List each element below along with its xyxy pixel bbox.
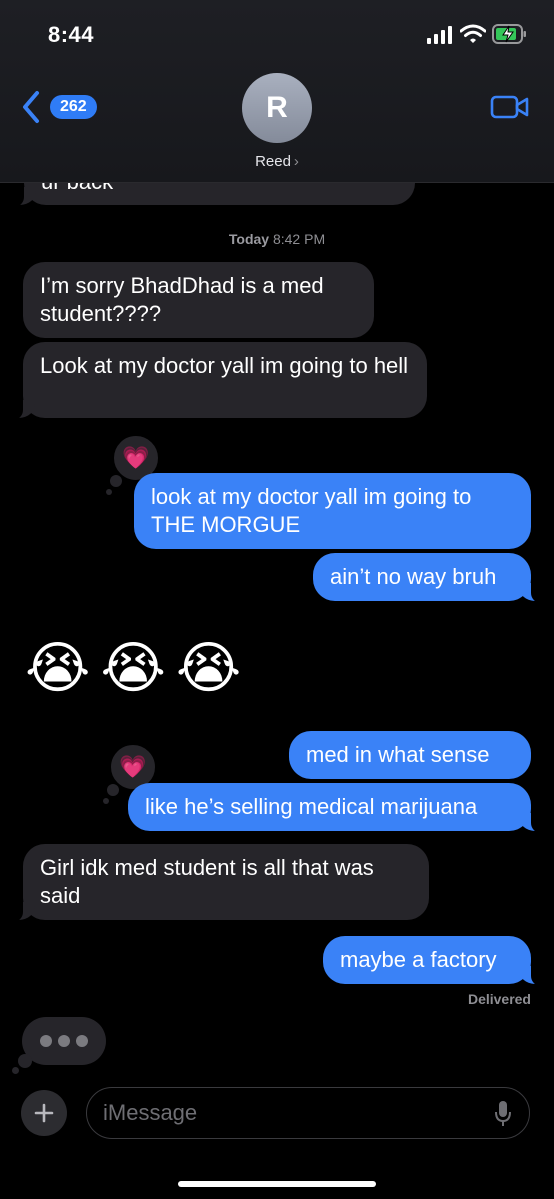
message-bubble-incoming[interactable]: Girl idk med student is all that was sai… — [9, 844, 429, 922]
chevron-right-icon: › — [293, 153, 299, 170]
loudly-crying-emoji: 😭 — [175, 636, 242, 699]
clock: 8:44 — [48, 22, 95, 47]
tapback-tail-dot — [110, 475, 122, 487]
message-bubble-outgoing[interactable]: maybe a factory — [323, 936, 545, 986]
message-text: ain’t no way bruh — [330, 564, 497, 589]
timestamp-day: Today — [228, 231, 270, 247]
wifi-icon — [460, 24, 486, 43]
message-text: maybe a factory — [340, 947, 497, 972]
message-bubble-outgoing[interactable]: like he’s selling medical marijuana — [128, 783, 545, 833]
message-bubble-outgoing[interactable]: med in what sense — [289, 731, 531, 779]
battery-charging-icon — [492, 24, 526, 44]
message-bubble-incoming[interactable]: Look at my doctor yall im going to hell — [9, 342, 427, 420]
message-input[interactable]: iMessage — [86, 1087, 530, 1139]
unread-count-badge: 262 — [50, 95, 97, 119]
microphone-icon[interactable] — [493, 1100, 513, 1128]
timestamp: Today 8:42 PM — [0, 231, 554, 247]
plus-icon — [34, 1103, 54, 1123]
tapback-tail-dot — [106, 489, 112, 495]
back-button[interactable]: 262 — [20, 90, 97, 124]
avatar-initial: R — [266, 91, 288, 124]
signal-icon — [427, 26, 452, 44]
message-bubble-outgoing[interactable]: look at my doctor yall im going to THE M… — [134, 473, 531, 549]
typing-dot — [58, 1035, 70, 1047]
home-indicator[interactable] — [178, 1181, 376, 1187]
loudly-crying-emoji: 😭 — [100, 636, 166, 699]
message-bubble-outgoing[interactable]: ain’t no way bruh — [313, 553, 545, 603]
facetime-video-icon[interactable] — [490, 93, 530, 121]
message-text: Look at my doctor yall im going to hell — [40, 353, 409, 378]
loudly-crying-emoji: 😭 — [25, 636, 91, 699]
status-bar: 8:44 — [0, 0, 554, 70]
timestamp-time: 8:42 PM — [272, 231, 326, 247]
contact-name-label: Reed — [255, 153, 291, 170]
delivered-status: Delivered — [467, 991, 531, 1007]
typing-tail-dot — [12, 1067, 19, 1074]
message-bubble-incoming[interactable]: I’m sorry BhadDhad is a med student???? — [23, 262, 374, 338]
message-text: look at my doctor yall im going to THE M… — [151, 484, 472, 537]
message-text: Girl idk med student is all that was sai… — [40, 855, 374, 908]
back-chevron-icon — [23, 91, 39, 123]
typing-tail-dot — [18, 1054, 32, 1068]
tapback-tail-dot — [103, 798, 109, 804]
contact-name[interactable]: Reed › — [0, 153, 554, 170]
message-input-placeholder: iMessage — [103, 1100, 198, 1125]
typing-dot — [76, 1035, 88, 1047]
typing-dot — [40, 1035, 52, 1047]
tapback-tail-dot — [107, 784, 119, 796]
message-text: I’m sorry BhadDhad is a med student???? — [40, 273, 324, 326]
message-text: like he’s selling medical marijuana — [145, 794, 478, 819]
message-text: med in what sense — [306, 742, 490, 767]
avatar[interactable]: R — [242, 73, 312, 143]
emoji-message[interactable]: 😭 😭 😭 — [25, 636, 241, 700]
typing-indicator — [22, 1017, 106, 1065]
app-drawer-button[interactable] — [21, 1090, 67, 1136]
